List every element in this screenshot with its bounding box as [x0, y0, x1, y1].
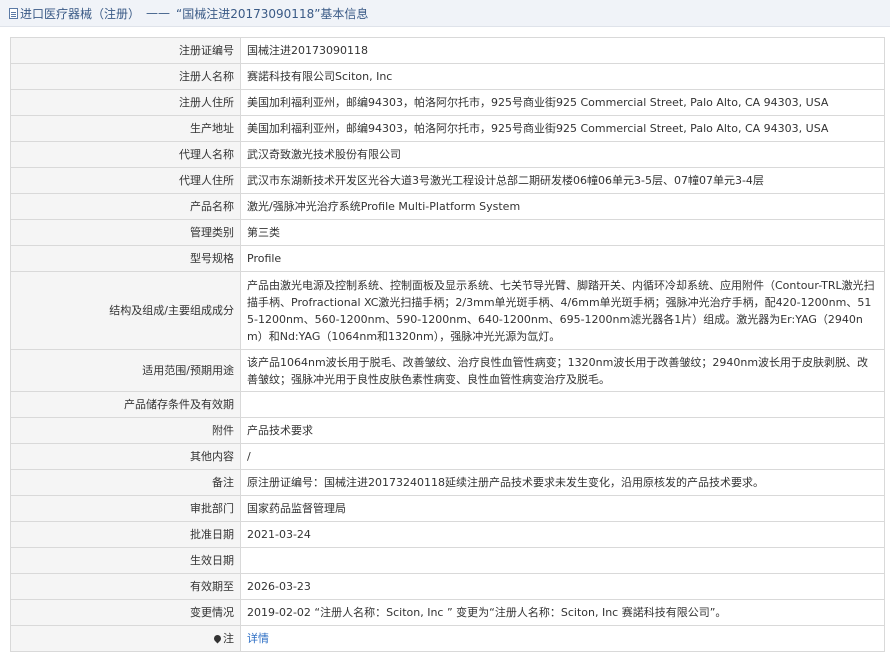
page-header: 进口医疗器械（注册） —— “国械注进20173090118”基本信息 — [0, 0, 890, 27]
row-value — [240, 547, 885, 574]
row-value: 第三类 — [240, 219, 885, 246]
row-label: 有效期至 — [10, 573, 241, 600]
row-label: 备注 — [10, 469, 241, 496]
row-label: 适用范围/预期用途 — [10, 349, 241, 392]
row-value: 2026-03-23 — [240, 573, 885, 600]
table-row: 管理类别 第三类 — [10, 219, 885, 246]
row-value: 产品技术要求 — [240, 417, 885, 444]
row-label: 批准日期 — [10, 521, 241, 548]
row-value: 武汉奇致激光技术股份有限公司 — [240, 141, 885, 168]
row-label: 其他内容 — [10, 443, 241, 470]
row-value: 美国加利福利亚州，邮编94303，帕洛阿尔托市，925号商业街925 Comme… — [240, 115, 885, 142]
row-value — [240, 391, 885, 418]
row-value: 赛諾科技有限公司Sciton, Inc — [240, 63, 885, 90]
table-row: 有效期至 2026-03-23 — [10, 573, 885, 600]
row-label: 产品名称 — [10, 193, 241, 220]
row-value: 国械注进20173090118 — [240, 37, 885, 64]
header-category: 进口医疗器械（注册） — [20, 6, 141, 21]
row-label: 变更情况 — [10, 599, 241, 626]
row-label: 结构及组成/主要组成成分 — [10, 271, 241, 350]
note-label: 注 — [223, 632, 234, 645]
table-row: 注册人名称 赛諾科技有限公司Sciton, Inc — [10, 63, 885, 90]
table-row: 适用范围/预期用途 该产品1064nm波长用于脱毛、改善皱纹、治疗良性血管性病变；… — [10, 349, 885, 392]
row-label: 代理人名称 — [10, 141, 241, 168]
row-value: 激光/强脉冲光治疗系统Profile Multi-Platform System — [240, 193, 885, 220]
document-icon — [9, 7, 18, 19]
table-row: 批准日期 2021-03-24 — [10, 521, 885, 548]
row-label: 代理人住所 — [10, 167, 241, 194]
row-value: Profile — [240, 245, 885, 272]
row-label: 注册人住所 — [10, 89, 241, 116]
row-value: 武汉市东湖新技术开发区光谷大道3号激光工程设计总部二期研发楼06幢06单元3-5… — [240, 167, 885, 194]
note-label-cell: 注 — [10, 625, 241, 652]
info-table: 注册证编号 国械注进20173090118 注册人名称 赛諾科技有限公司Sciton… — [10, 37, 885, 652]
table-row: 变更情况 2019-02-02 “注册人名称：Sciton, Inc ” 变更为“… — [10, 599, 885, 626]
table-row: 代理人住所 武汉市东湖新技术开发区光谷大道3号激光工程设计总部二期研发楼06幢06… — [10, 167, 885, 194]
detail-link[interactable]: 详情 — [247, 632, 269, 645]
table-row: 其他内容 / — [10, 443, 885, 470]
table-row: 产品名称 激光/强脉冲光治疗系统Profile Multi-Platform Sy… — [10, 193, 885, 220]
header-separator: —— — [146, 6, 171, 20]
table-row: 代理人名称 武汉奇致激光技术股份有限公司 — [10, 141, 885, 168]
row-label: 注册人名称 — [10, 63, 241, 90]
row-label: 附件 — [10, 417, 241, 444]
table-row: 审批部门 国家药品监督管理局 — [10, 495, 885, 522]
table-row-note: 注 详情 — [10, 625, 885, 652]
row-value: 美国加利福利亚州，邮编94303，帕洛阿尔托市，925号商业街925 Comme… — [240, 89, 885, 116]
row-value: 产品由激光电源及控制系统、控制面板及显示系统、七关节导光臂、脚踏开关、内循环冷却… — [240, 271, 885, 350]
row-value: 原注册证编号：国械注进20173240118延续注册产品技术要求未发生变化，沿用… — [240, 469, 885, 496]
row-label: 管理类别 — [10, 219, 241, 246]
row-label: 生效日期 — [10, 547, 241, 574]
table-row: 附件 产品技术要求 — [10, 417, 885, 444]
table-row: 生效日期 — [10, 547, 885, 574]
row-label: 产品储存条件及有效期 — [10, 391, 241, 418]
row-value: 2019-02-02 “注册人名称：Sciton, Inc ” 变更为“注册人名… — [240, 599, 885, 626]
note-value-cell: 详情 — [240, 625, 885, 652]
row-label: 审批部门 — [10, 495, 241, 522]
table-row: 产品储存条件及有效期 — [10, 391, 885, 418]
row-label: 生产地址 — [10, 115, 241, 142]
row-value: 该产品1064nm波长用于脱毛、改善皱纹、治疗良性血管性病变；1320nm波长用… — [240, 349, 885, 392]
row-value: 国家药品监督管理局 — [240, 495, 885, 522]
table-row: 注册人住所 美国加利福利亚州，邮编94303，帕洛阿尔托市，925号商业街925 … — [10, 89, 885, 116]
row-label: 注册证编号 — [10, 37, 241, 64]
pin-icon — [212, 633, 223, 643]
table-row: 生产地址 美国加利福利亚州，邮编94303，帕洛阿尔托市，925号商业街925 C… — [10, 115, 885, 142]
table-row: 备注 原注册证编号：国械注进20173240118延续注册产品技术要求未发生变化，… — [10, 469, 885, 496]
table-row: 结构及组成/主要组成成分 产品由激光电源及控制系统、控制面板及显示系统、七关节导光… — [10, 271, 885, 350]
header-title: “国械注进20173090118”基本信息 — [176, 6, 369, 21]
row-value: 2021-03-24 — [240, 521, 885, 548]
table-row: 型号规格 Profile — [10, 245, 885, 272]
row-value: / — [240, 443, 885, 470]
row-label: 型号规格 — [10, 245, 241, 272]
table-row: 注册证编号 国械注进20173090118 — [10, 37, 885, 64]
